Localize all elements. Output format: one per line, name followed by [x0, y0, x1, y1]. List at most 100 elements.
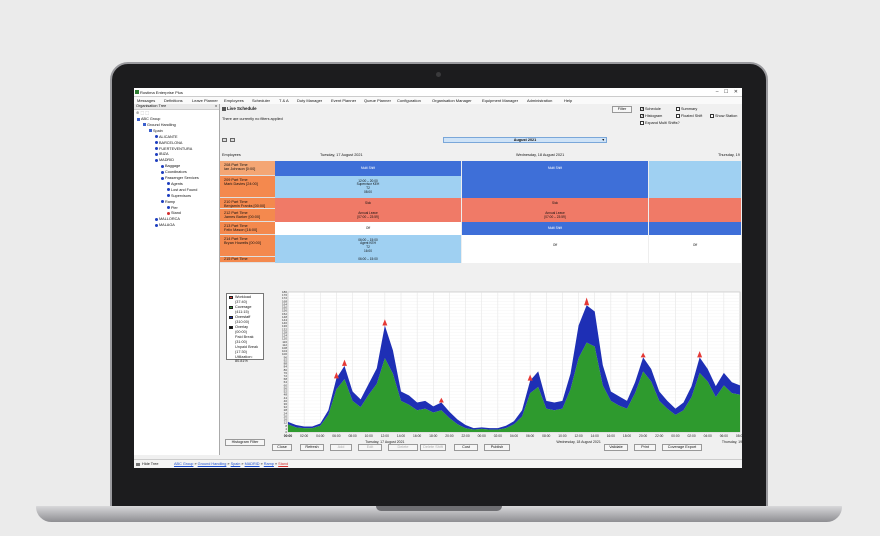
- menu-item[interactable]: Event Planner: [331, 98, 356, 103]
- tree-node-label: ALICANTE: [159, 134, 178, 139]
- menu-item[interactable]: Scheduler: [252, 98, 270, 103]
- tree-node[interactable]: Passenger Services: [161, 176, 199, 180]
- breadcrumb-link[interactable]: Ramp: [264, 462, 274, 466]
- menu-item[interactable]: Help: [564, 98, 572, 103]
- shift-cell[interactable]: Annual Leave [07:00 – 23:59]: [275, 209, 462, 222]
- menu-item[interactable]: Leave Planner: [192, 98, 218, 103]
- shift-cell[interactable]: [649, 161, 742, 176]
- option-checkbox[interactable]: Floated Shift: [676, 114, 702, 118]
- validate-button[interactable]: Validate: [604, 444, 628, 451]
- shift-cell[interactable]: [649, 209, 742, 222]
- print-button[interactable]: Print: [634, 444, 656, 451]
- shift-cell[interactable]: [649, 222, 742, 235]
- tree-node[interactable]: Supervisors: [167, 194, 191, 198]
- employee-row[interactable]: 214 Part Time Bryan Howells [00:00]: [220, 235, 275, 257]
- legend-label: Coverage: [235, 305, 252, 309]
- tree-node[interactable]: FUERTEVENTURA: [155, 147, 192, 151]
- shift-cell[interactable]: Annual Leave [07:00 – 23:59]: [462, 209, 649, 222]
- filter-button[interactable]: Filter: [612, 106, 632, 113]
- breadcrumb-link[interactable]: Stand: [278, 462, 288, 466]
- tree-node-label: Lost and Found: [171, 187, 198, 192]
- month-selector[interactable]: August 2021 ▼: [443, 137, 607, 143]
- breadcrumb-link[interactable]: MADRID: [245, 462, 260, 466]
- shift-cell[interactable]: 06:00 – 15:00 Agent KEH T2 16:00: [275, 235, 462, 257]
- menu-item[interactable]: Equipment Manager: [482, 98, 518, 103]
- hide-tree-button[interactable]: Hide Tree: [136, 462, 158, 466]
- coverage-export-button[interactable]: Coverage Export: [662, 444, 702, 451]
- shift-cell[interactable]: [649, 198, 742, 209]
- tree-node[interactable]: IBIZA: [155, 152, 169, 156]
- employee-row[interactable]: 215 Part Time: [220, 257, 275, 263]
- shift-cell[interactable]: Multi Shift: [462, 161, 649, 176]
- tree-node[interactable]: BARCELONA: [155, 141, 182, 145]
- shift-cell[interactable]: 12:00 – 20:00 Supervisor KEH T2 08:00: [275, 176, 462, 198]
- tree-node[interactable]: Ground Handling: [143, 123, 176, 127]
- option-checkbox[interactable]: Summary: [676, 107, 697, 111]
- employee-row[interactable]: 210 Part Time Benjamin Franks [00:00]: [220, 198, 275, 209]
- shift-cell[interactable]: Multi Shift: [462, 222, 649, 235]
- shift-cell[interactable]: [462, 176, 649, 198]
- option-checkbox[interactable]: ✓Schedule: [640, 107, 661, 111]
- menu-item[interactable]: Organisation Manager: [432, 98, 472, 103]
- employee-row[interactable]: 209 Part Time Mark Davies [24:00]: [220, 176, 275, 198]
- shift-cell[interactable]: Multi Shift: [275, 161, 462, 176]
- edit-button[interactable]: Edit: [358, 444, 382, 451]
- tree-node[interactable]: Pier: [167, 206, 178, 210]
- tree-node[interactable]: ABC Group: [137, 117, 160, 121]
- shift-cell[interactable]: Off: [649, 235, 742, 257]
- export-icon[interactable]: [230, 138, 235, 142]
- x-tick-label: 08:00: [736, 434, 742, 438]
- grid-view-icon[interactable]: [222, 138, 227, 142]
- shift-cell[interactable]: [462, 257, 649, 263]
- refresh-button[interactable]: Refresh: [300, 444, 324, 451]
- menu-item[interactable]: Employees: [224, 98, 244, 103]
- shift-cell[interactable]: Sick: [462, 198, 649, 209]
- option-checkbox[interactable]: Expand Multi Shifts?: [640, 121, 680, 125]
- shift-cell[interactable]: 06:00 – 15:00: [275, 257, 462, 263]
- tree-node[interactable]: ALICANTE: [155, 135, 178, 139]
- day-header: Thursday, 19: [718, 153, 740, 157]
- shift-cell[interactable]: [649, 176, 742, 198]
- close-button[interactable]: Close: [272, 444, 292, 451]
- delete-button[interactable]: Delete: [388, 444, 418, 451]
- tree-node[interactable]: Agents: [167, 182, 183, 186]
- shift-cell[interactable]: Sick: [275, 198, 462, 209]
- tree-node[interactable]: Stand: [167, 211, 181, 215]
- tree-node[interactable]: MADRID: [155, 158, 174, 162]
- tree-toolbar[interactable]: ⊕ ⬚ ⬚: [134, 110, 219, 116]
- tree-node[interactable]: Ramp: [161, 200, 175, 204]
- option-checkbox[interactable]: ✓Histogram: [640, 114, 662, 118]
- employee-row[interactable]: 213 Part Time Felix Mason [16:00]: [220, 222, 275, 235]
- menu-item[interactable]: Messages: [137, 98, 155, 103]
- option-checkbox[interactable]: Show Station: [710, 114, 737, 118]
- tree-close-icon[interactable]: x: [215, 104, 217, 108]
- tree-node[interactable]: MALAGA: [155, 223, 175, 227]
- delete-shift-button[interactable]: Delete Shift: [420, 444, 446, 451]
- tree-node[interactable]: Coordinators: [161, 170, 187, 174]
- menu-item[interactable]: Queue Planner: [364, 98, 391, 103]
- menu-item[interactable]: Configuration: [397, 98, 421, 103]
- location-icon: [167, 206, 170, 209]
- breadcrumb-link[interactable]: ABC Group: [174, 462, 193, 466]
- add-button[interactable]: Add: [330, 444, 352, 451]
- menu-item[interactable]: Administration: [527, 98, 552, 103]
- publish-button[interactable]: Publish: [484, 444, 510, 451]
- employee-name: Bryan Howells [00:00]: [224, 241, 261, 246]
- menu-item[interactable]: Duty Manager: [297, 98, 322, 103]
- tree-node[interactable]: Baggage: [161, 164, 180, 168]
- shift-cell[interactable]: [649, 257, 742, 263]
- employee-row[interactable]: 208 Part Time Ian Johnson [0:00]: [220, 161, 275, 176]
- tree-node[interactable]: Spain: [149, 129, 163, 133]
- menu-item[interactable]: Definitions: [164, 98, 183, 103]
- x-tick-label: 12:00: [381, 434, 389, 438]
- tree-node[interactable]: MALLORCA: [155, 217, 180, 221]
- cost-button[interactable]: Cost: [454, 444, 478, 451]
- window-controls[interactable]: – ☐ ✕: [716, 89, 740, 95]
- shift-cell[interactable]: Off: [462, 235, 649, 257]
- breadcrumb-link[interactable]: Ground Handling: [198, 462, 227, 466]
- breadcrumb-link[interactable]: Spain: [231, 462, 241, 466]
- menu-item[interactable]: T & A: [279, 98, 289, 103]
- tree-node[interactable]: Lost and Found: [167, 188, 197, 192]
- employee-row[interactable]: 212 Part Time James Barker [00:00]: [220, 209, 275, 222]
- shift-cell[interactable]: Off: [275, 222, 462, 235]
